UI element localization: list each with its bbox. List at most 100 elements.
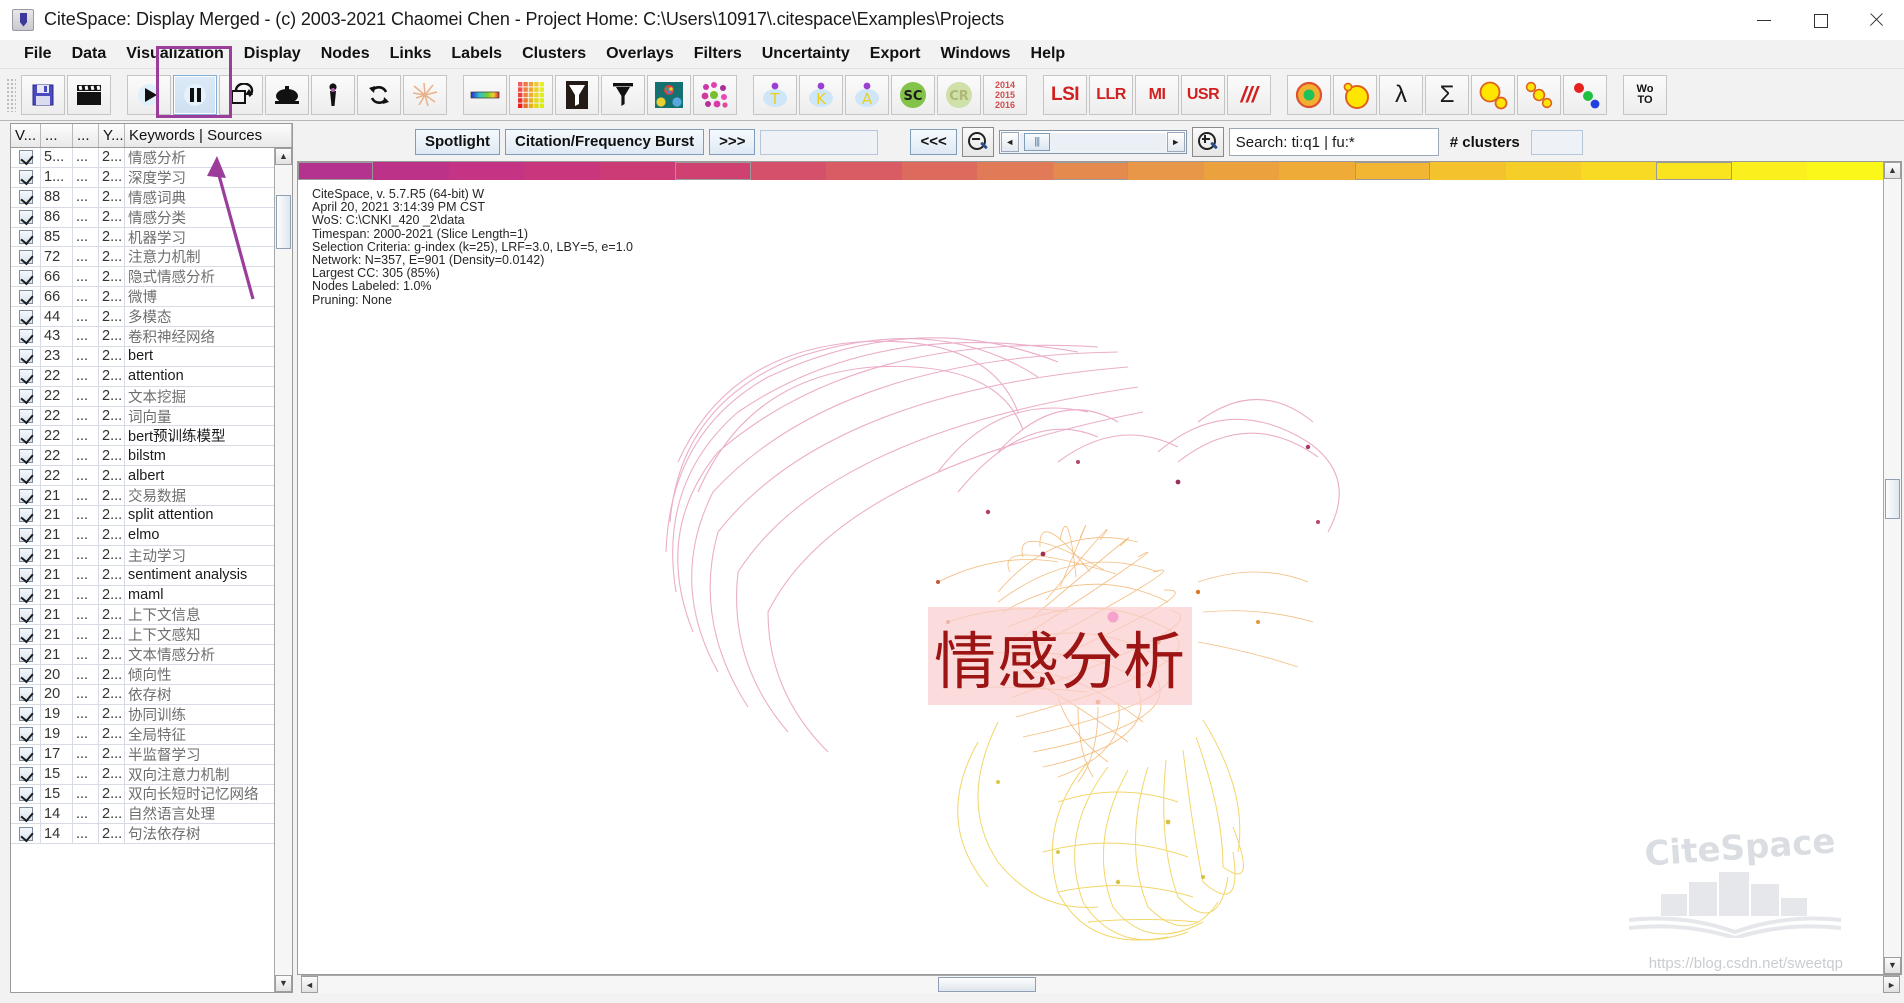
row-checkbox-cell[interactable] xyxy=(11,307,41,327)
toolbar-drag-handle[interactable] xyxy=(6,77,16,112)
row-checkbox-cell[interactable] xyxy=(11,585,41,605)
pin-button[interactable] xyxy=(311,74,355,115)
row-checkbox-cell[interactable] xyxy=(11,506,41,525)
table-row[interactable]: 21... 2... sentiment analysis xyxy=(11,565,292,586)
column-header-keywords[interactable]: Keywords | Sources xyxy=(125,124,292,147)
table-row[interactable]: 21... 2... 主动学习 xyxy=(11,545,292,566)
graph-node-label[interactable]: 情感分析 xyxy=(928,607,1193,705)
table-row[interactable]: 72... 2... 注意力机制 xyxy=(11,247,292,268)
spotlight-button[interactable]: Spotlight xyxy=(415,129,500,155)
checkbox-checked-icon[interactable] xyxy=(19,409,33,424)
table-row[interactable]: 85... 2... 机器学习 xyxy=(11,227,292,248)
table-row[interactable]: 44... 2... 多模态 xyxy=(11,307,292,328)
column-header-v[interactable]: V... xyxy=(11,124,41,147)
table-row[interactable]: 21... 2... 交易数据 xyxy=(11,486,292,507)
tree-t-button[interactable]: T xyxy=(753,74,797,115)
checkbox-checked-icon[interactable] xyxy=(19,687,33,702)
graph-scroll-right-button[interactable]: ► xyxy=(1883,976,1900,993)
row-checkbox-cell[interactable] xyxy=(11,804,41,824)
row-checkbox-cell[interactable] xyxy=(11,327,41,346)
row-checkbox-cell[interactable] xyxy=(11,148,41,167)
checkbox-checked-icon[interactable] xyxy=(19,468,33,483)
checkbox-checked-icon[interactable] xyxy=(19,210,33,225)
minimize-button[interactable] xyxy=(1736,0,1792,40)
row-checkbox-cell[interactable] xyxy=(11,824,41,844)
row-checkbox-cell[interactable] xyxy=(11,525,41,545)
gradient-button[interactable] xyxy=(463,74,507,115)
checkbox-checked-icon[interactable] xyxy=(19,747,33,762)
loop-button[interactable] xyxy=(219,74,263,115)
row-checkbox-cell[interactable] xyxy=(11,366,41,386)
checkbox-checked-icon[interactable] xyxy=(19,786,33,801)
table-row[interactable]: 14... 2... 自然语言处理 xyxy=(11,804,292,825)
checkbox-checked-icon[interactable] xyxy=(19,428,33,443)
checkbox-checked-icon[interactable] xyxy=(19,647,33,662)
lambda-button[interactable]: λ xyxy=(1379,74,1423,115)
row-checkbox-cell[interactable] xyxy=(11,287,41,307)
table-row[interactable]: 20... 2... 依存树 xyxy=(11,685,292,705)
row-checkbox-cell[interactable] xyxy=(11,784,41,804)
timeline-filled-button[interactable] xyxy=(555,74,599,115)
row-checkbox-cell[interactable] xyxy=(11,625,41,645)
checkbox-checked-icon[interactable] xyxy=(19,588,33,603)
table-row[interactable]: 22... 2... bilstm xyxy=(11,446,292,467)
table-row[interactable]: 88... 2... 情感词典 xyxy=(11,187,292,208)
menu-help[interactable]: Help xyxy=(1021,43,1076,65)
column-header-extra[interactable]: ... xyxy=(73,124,99,147)
column-header-year[interactable]: Y... xyxy=(99,124,125,147)
table-row[interactable]: 66... 2... 隐式情感分析 xyxy=(11,267,292,288)
menu-filters[interactable]: Filters xyxy=(684,43,752,65)
maximize-button[interactable] xyxy=(1792,0,1848,40)
table-row[interactable]: 22... 2... bert预训练模型 xyxy=(11,426,292,447)
row-checkbox-cell[interactable] xyxy=(11,645,41,665)
table-scroll-thumb[interactable] xyxy=(276,195,291,249)
row-checkbox-cell[interactable] xyxy=(11,744,41,764)
back-button[interactable]: <<< xyxy=(910,129,957,155)
row-checkbox-cell[interactable] xyxy=(11,386,41,406)
table-vertical-scrollbar[interactable]: ▲ ▼ xyxy=(274,148,292,992)
checkbox-checked-icon[interactable] xyxy=(19,607,33,622)
row-checkbox-cell[interactable] xyxy=(11,724,41,744)
row-checkbox-cell[interactable] xyxy=(11,565,41,585)
row-checkbox-cell[interactable] xyxy=(11,446,41,466)
graph-hscroll-track[interactable] xyxy=(318,976,1883,993)
table-row[interactable]: 22... 2... 文本挖掘 xyxy=(11,386,292,407)
table-row[interactable]: 22... 2... albert xyxy=(11,466,292,487)
usr-button[interactable]: USR xyxy=(1181,74,1225,115)
pause-button[interactable] xyxy=(173,74,217,115)
table-row[interactable]: 22... 2... attention xyxy=(11,366,292,387)
save-button[interactable] xyxy=(21,74,65,115)
graph-scroll-track[interactable] xyxy=(1884,179,1901,957)
table-body[interactable]: 5...... 2... 情感分析 1...... 2... 深度学习 88... 2... 情… xyxy=(11,148,292,992)
row-checkbox-cell[interactable] xyxy=(11,267,41,287)
row-checkbox-cell[interactable] xyxy=(11,406,41,426)
graph-scroll-thumb[interactable] xyxy=(1885,479,1900,519)
row-checkbox-cell[interactable] xyxy=(11,247,41,267)
tree-k-button[interactable]: K xyxy=(799,74,843,115)
checkbox-checked-icon[interactable] xyxy=(19,190,33,205)
checkbox-checked-icon[interactable] xyxy=(19,170,33,185)
wos-toggle-button[interactable]: Wo TO xyxy=(1623,74,1667,115)
checkbox-checked-icon[interactable] xyxy=(19,826,33,841)
menu-clusters[interactable]: Clusters xyxy=(512,43,596,65)
burst-value-field[interactable] xyxy=(760,129,879,155)
timeline-outline-button[interactable] xyxy=(601,74,645,115)
network-dots-button[interactable] xyxy=(693,74,737,115)
menu-export[interactable]: Export xyxy=(860,43,931,65)
checkbox-checked-icon[interactable] xyxy=(19,707,33,722)
slashes-button[interactable]: /// xyxy=(1227,74,1271,115)
checkbox-checked-icon[interactable] xyxy=(19,548,33,563)
forward-button[interactable]: >>> xyxy=(709,129,756,155)
menu-visualization[interactable]: Visualization xyxy=(116,43,234,65)
year-range-button[interactable]: 2014 2015 2016 xyxy=(983,74,1027,115)
row-checkbox-cell[interactable] xyxy=(11,207,41,227)
graph-scroll-up-button[interactable]: ▲ xyxy=(1884,162,1901,179)
row-checkbox-cell[interactable] xyxy=(11,466,41,486)
menu-labels[interactable]: Labels xyxy=(441,43,512,65)
table-row[interactable]: 22... 2... 词向量 xyxy=(11,406,292,427)
checkbox-checked-icon[interactable] xyxy=(19,448,33,463)
zoom-out-button[interactable] xyxy=(961,127,994,157)
table-row[interactable]: 21... 2... 文本情感分析 xyxy=(11,645,292,666)
menu-links[interactable]: Links xyxy=(380,43,442,65)
graph-scroll-left-button[interactable]: ◄ xyxy=(301,976,318,993)
